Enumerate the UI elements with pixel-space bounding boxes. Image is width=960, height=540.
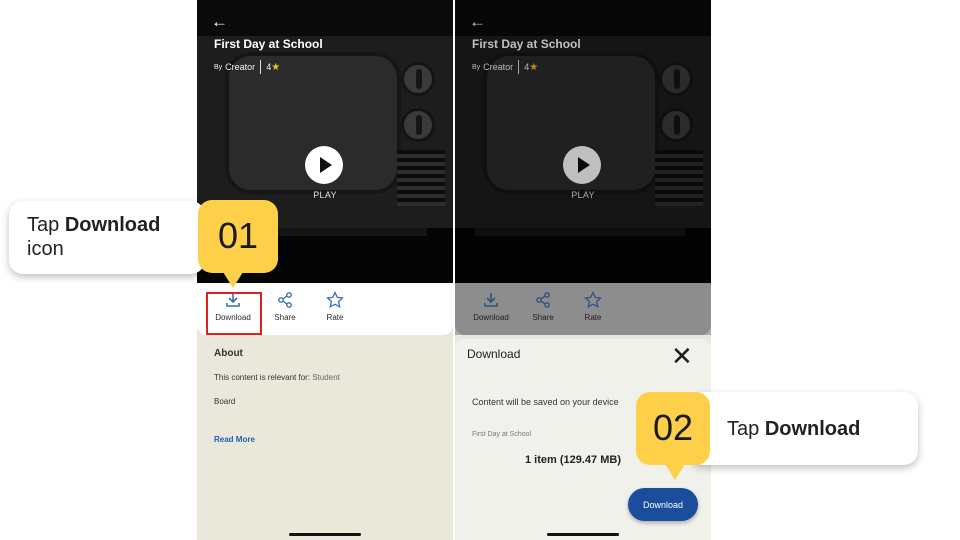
- step-number-badge: 01: [198, 200, 278, 273]
- home-indicator[interactable]: [289, 533, 361, 536]
- share-action[interactable]: Share: [261, 291, 309, 322]
- star-outline-icon: [311, 290, 359, 311]
- divider: [260, 60, 262, 74]
- tutorial-slide: ← First Day at School By Creator 4 ★ PLA…: [0, 0, 960, 540]
- download-highlight-box: [206, 292, 262, 335]
- modal-overlay[interactable]: [455, 0, 711, 335]
- relevance-label: This content is relevant for:: [214, 373, 311, 382]
- action-bar: Download Share Rate: [197, 283, 453, 335]
- creator-name: Creator: [225, 62, 256, 72]
- star-icon: ★: [271, 61, 281, 73]
- callout-step-1: Tap Download icon: [9, 201, 205, 274]
- relevance-value: Student: [312, 373, 340, 382]
- tv-knob: [401, 108, 435, 142]
- callout-bold: Download: [764, 418, 861, 440]
- share-label: Share: [274, 313, 296, 322]
- callout-pointer: [665, 464, 685, 480]
- relevance-text: This content is relevant for: Student: [214, 373, 340, 382]
- byline: By Creator 4 ★: [214, 60, 280, 74]
- sheet-title: Download: [467, 347, 521, 361]
- board-label: Board: [214, 397, 236, 406]
- item-name: First Day at School: [472, 431, 532, 438]
- about-heading: About: [214, 348, 243, 359]
- share-icon: [261, 291, 309, 311]
- download-button[interactable]: Download: [628, 488, 698, 521]
- home-indicator[interactable]: [547, 533, 619, 536]
- save-message: Content will be saved on your device: [472, 397, 619, 407]
- content-title: First Day at School: [214, 37, 323, 51]
- callout-pointer: [223, 272, 243, 288]
- rate-action[interactable]: Rate: [311, 290, 359, 322]
- callout-bold: Download: [64, 214, 161, 236]
- callout-suffix: icon: [27, 238, 64, 260]
- back-arrow-icon[interactable]: ←: [211, 12, 228, 32]
- close-icon[interactable]: ✕: [671, 343, 693, 369]
- tv-knob: [401, 62, 435, 96]
- download-size-summary: 1 item (129.47 MB): [525, 454, 621, 466]
- callout-text: Tap Download: [727, 417, 860, 441]
- step-number-badge: 02: [636, 392, 710, 465]
- rate-label: Rate: [326, 313, 344, 322]
- callout-prefix: Tap: [27, 214, 65, 236]
- play-label: PLAY: [313, 190, 337, 200]
- callout-prefix: Tap: [727, 418, 765, 440]
- callout-text: Tap Download icon: [27, 213, 160, 261]
- by-prefix: By: [214, 63, 223, 71]
- callout-step-2: Tap Download: [689, 392, 918, 465]
- play-button[interactable]: [305, 146, 343, 184]
- read-more-link[interactable]: Read More: [214, 435, 255, 444]
